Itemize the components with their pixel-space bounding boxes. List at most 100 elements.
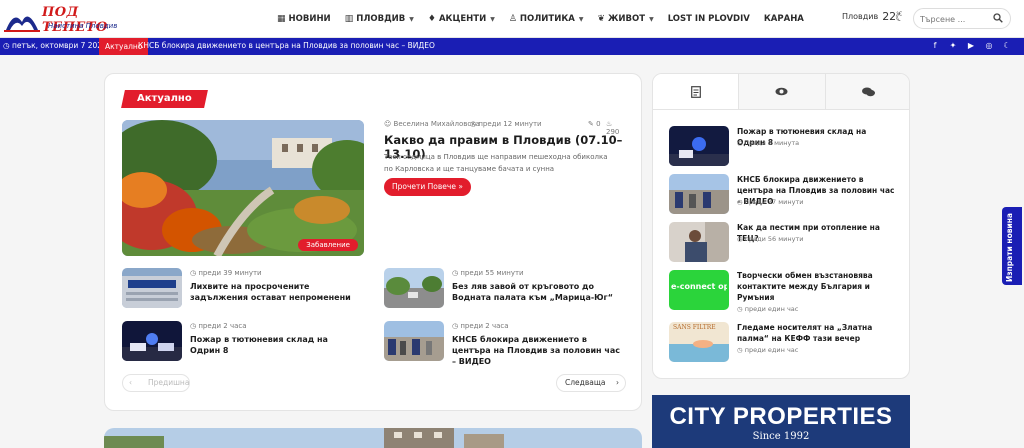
instagram-icon[interactable]: ◎ — [984, 41, 994, 51]
nav-item-1[interactable]: ▥ ПЛОВДИВ ▼ — [338, 0, 421, 38]
search-input[interactable] — [920, 12, 992, 26]
social-links: f ✦ ▶ ◎ ☾ — [930, 41, 1012, 51]
nav-item-5[interactable]: LOST IN PLOVDIV — [661, 0, 757, 38]
post-title[interactable]: Без ляв завой от кръговото до Водната па… — [452, 281, 622, 303]
featured-photo — [122, 120, 364, 256]
sidebar-widget: Пожар в тютюневия склад на Одрин 8 ◷ пре… — [652, 73, 910, 379]
twitter-icon[interactable]: ✦ — [948, 41, 958, 51]
comments-count[interactable]: ✎ 0 — [588, 120, 601, 128]
next-page-button[interactable]: Следваща › — [556, 374, 626, 392]
chevron-down-icon: ▼ — [649, 15, 654, 23]
post-time: ◷ преди 37 минути — [737, 198, 804, 206]
news-ticker[interactable]: КНСБ блокира движението в центъра на Пло… — [138, 41, 435, 50]
nav-item-2[interactable]: ♦ АКЦЕНТИ ▼ — [421, 0, 502, 38]
featured-image[interactable]: Забавление — [122, 120, 364, 256]
list-item[interactable]: ◷ преди 39 минути Лихвите на просроченит… — [122, 268, 362, 312]
nav-item-label: АКЦЕНТИ — [438, 14, 487, 24]
author-name[interactable]: ☺ Веселина Михайловска — [384, 120, 480, 128]
nav-item-0[interactable]: ▦ НОВИНИ — [270, 0, 338, 38]
post-time: ◷ преди един час — [737, 346, 799, 354]
post-time: ◷ преди 2 часа — [452, 322, 509, 330]
chevron-down-icon: ▼ — [578, 15, 584, 23]
nav-item-label: КАРАНА — [763, 14, 804, 24]
youtube-icon[interactable]: ▶ — [966, 41, 976, 51]
leaf-icon: ❦ — [597, 14, 606, 24]
post-thumbnail[interactable] — [669, 222, 729, 262]
post-thumbnail[interactable] — [122, 321, 182, 361]
post-title[interactable]: Лихвите на просрочените задължения остав… — [190, 281, 360, 303]
list-item[interactable]: ◷ преди 2 часа КНСБ блокира движението в… — [384, 321, 624, 367]
tab-comments[interactable] — [825, 74, 909, 109]
comments-icon — [861, 87, 875, 96]
eye-icon — [775, 87, 788, 96]
post-title[interactable]: Творчески обмен възстановява контактите … — [737, 270, 897, 303]
nav-item-label: ПОЛИТИКА — [519, 14, 575, 24]
post-title[interactable]: Пожар в тютюневия склад на Одрин 8 — [190, 334, 360, 356]
post-time: ◷ преди един час — [737, 305, 799, 313]
post-thumbnail[interactable] — [669, 126, 729, 166]
next-section-image[interactable] — [104, 428, 642, 448]
dark-mode-toggle-icon[interactable]: ☾ — [895, 11, 905, 24]
post-thumbnail[interactable] — [384, 268, 444, 308]
post-time: ◷ преди 55 минути — [452, 269, 524, 277]
pin-icon: ♦ — [427, 14, 436, 24]
post-thumbnail[interactable]: SANS FILTRE — [669, 322, 729, 362]
nav-item-6[interactable]: КАРАНА — [757, 0, 811, 38]
building-icon: ▥ — [344, 14, 354, 24]
logo-title: ПОД ТЕПЕТО — [42, 5, 108, 35]
nav-item-4[interactable]: ❦ ЖИВОТ ▼ — [590, 0, 660, 38]
list-item[interactable]: Как да пестим при отопление на ТЕЦ? ◷ пр… — [669, 222, 899, 266]
nav-item-3[interactable]: ♙ ПОЛИТИКА ▼ — [502, 0, 591, 38]
weather-widget: Пловдив 22°C — [842, 10, 902, 23]
news-icon: ▦ — [277, 14, 286, 24]
nav-item-label: LOST IN PLOVDIV — [667, 14, 750, 24]
facebook-icon[interactable]: f — [930, 41, 940, 51]
tab-popular[interactable] — [739, 74, 826, 109]
tab-recent[interactable] — [653, 74, 740, 109]
list-item[interactable]: SANS FILTRE Гледаме носителят на „Златна… — [669, 322, 899, 366]
post-thumbnail[interactable] — [122, 268, 182, 308]
section-title: Актуално — [121, 90, 208, 108]
ad-subtitle: Since 1992 — [752, 431, 810, 442]
post-time: ◷ преди 2 часа — [190, 322, 247, 330]
chevron-right-icon: › — [616, 378, 619, 387]
post-thumbnail[interactable] — [669, 174, 729, 214]
post-time: ◷ преди 1 минута — [737, 139, 800, 147]
post-thumbnail[interactable] — [384, 321, 444, 361]
chevron-left-icon: ‹ — [129, 378, 132, 387]
prev-page-button[interactable]: ‹ Предишна — [122, 374, 190, 392]
people-icon: ♙ — [508, 14, 517, 24]
submit-news-tab[interactable]: Изпрати новина — [1002, 207, 1022, 285]
post-title[interactable]: Гледаме носителят на „Златна палма“ на К… — [737, 322, 897, 344]
site-header: ПОД ТЕПЕТО Наистина Пловдив ▦ НОВИНИ ▥ ПЛОВ… — [0, 0, 1024, 38]
sidebar-tabs — [653, 74, 909, 110]
current-date: ◷ петък, октомври 7 2022 — [3, 41, 107, 50]
post-title[interactable]: КНСБ блокира движението в центъра на Пло… — [452, 334, 622, 367]
list-item[interactable]: ◷ преди 2 часа Пожар в тютюневия склад н… — [122, 321, 362, 365]
list-item[interactable]: Пожар в тютюневия склад на Одрин 8 ◷ пре… — [669, 126, 899, 170]
document-icon — [690, 85, 701, 98]
list-item[interactable]: КНСБ блокира движението в центъра на Пло… — [669, 174, 899, 218]
thumb-caption: e-connect open ca — [671, 282, 727, 291]
chevron-down-icon: ▼ — [409, 15, 414, 23]
main-nav: ▦ НОВИНИ ▥ ПЛОВДИВ ▼ ♦ АКЦЕНТИ ▼ ♙ ПОЛИТИКА ▼ ❦ ЖИВО… — [270, 0, 811, 38]
site-logo[interactable]: ПОД ТЕПЕТО Наистина Пловдив — [4, 4, 124, 35]
dark-mode-icon[interactable]: ☾ — [1002, 41, 1012, 51]
read-more-button[interactable]: Прочети Повече » — [384, 178, 471, 196]
post-time: ◷ преди 56 минути — [737, 235, 804, 243]
ad-banner[interactable]: CITY PROPERTIES Since 1992 — [652, 395, 910, 448]
nav-item-label: ЖИВОТ — [608, 14, 646, 24]
list-item[interactable]: e-connect open ca Творчески обмен възста… — [669, 270, 899, 314]
featured-excerpt: Тази седмица в Пловдив ще направим пешех… — [384, 153, 608, 173]
category-badge[interactable]: Забавление — [298, 239, 358, 251]
search-box — [913, 8, 1011, 29]
nav-item-label: ПЛОВДИВ — [356, 14, 406, 24]
news-block: Актуално Забавление ☺ Веселина Михайловс… — [104, 73, 642, 411]
post-time: ◷ преди 39 минути — [190, 269, 262, 277]
weather-city: Пловдив — [842, 12, 879, 21]
logo-hills-icon — [4, 16, 40, 32]
post-thumbnail[interactable]: e-connect open ca — [669, 270, 729, 310]
logo-subtitle: Наистина Пловдив — [48, 22, 118, 30]
search-icon[interactable] — [993, 13, 1003, 23]
list-item[interactable]: ◷ преди 55 минути Без ляв завой от кръго… — [384, 268, 624, 312]
